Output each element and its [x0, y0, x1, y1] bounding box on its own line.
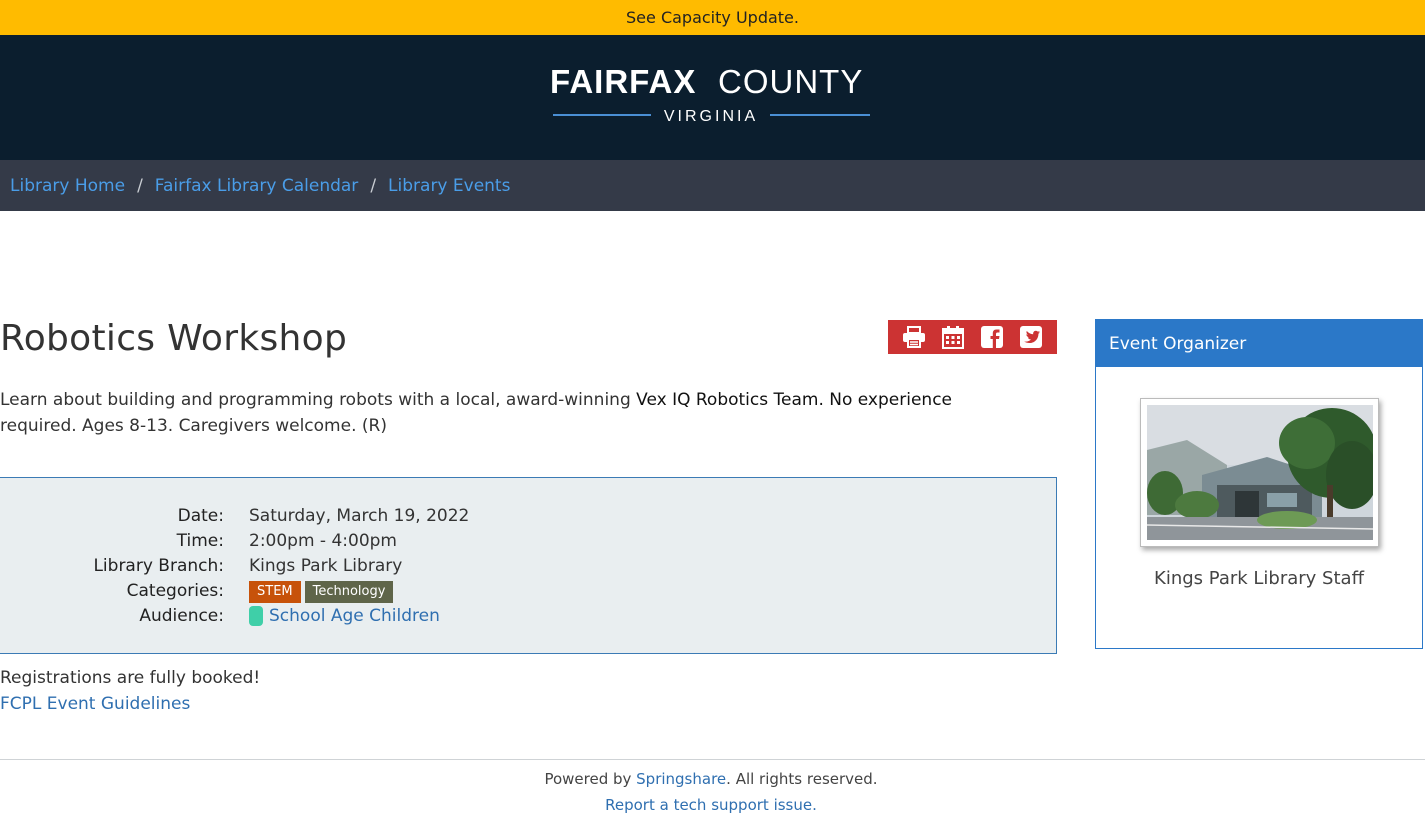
organizer-photo [1140, 398, 1379, 547]
categories-label: Categories: [126, 581, 224, 601]
category-badge-technology[interactable]: Technology [304, 581, 394, 603]
breadcrumb-separator: / [370, 175, 377, 196]
branch-value: Kings Park Library [249, 556, 403, 576]
detail-audience-row: Audience: School Age Children [0, 606, 1000, 631]
footer-divider [0, 759, 1425, 760]
time-value: 2:00pm - 4:00pm [249, 531, 397, 551]
detail-time-row: Time: 2:00pm - 4:00pm [0, 531, 1000, 556]
event-toolbar [888, 320, 1057, 354]
report-issue-link[interactable]: Report a tech support issue. [0, 796, 1422, 814]
audience-color-swatch [249, 606, 263, 626]
organizer-header: Event Organizer [1096, 320, 1422, 367]
event-details-panel: Date: Saturday, March 19, 2022 Time: 2:0… [0, 477, 1057, 654]
breadcrumb: Library Home / Fairfax Library Calendar … [0, 160, 1425, 211]
springshare-link[interactable]: Springshare [636, 770, 726, 788]
twitter-icon[interactable] [1018, 324, 1044, 350]
category-badge-stem[interactable]: STEM [249, 581, 301, 603]
capacity-alert-bar: See Capacity Update. [0, 0, 1425, 35]
event-guidelines-link[interactable]: FCPL Event Guidelines [0, 694, 190, 714]
audience-label: Audience: [139, 606, 224, 626]
breadcrumb-separator: / [137, 175, 143, 196]
categories-value: STEM Technology [249, 581, 397, 603]
audience-value: School Age Children [249, 606, 440, 626]
fairfax-county-logo[interactable]: FAIRFAX COUNTY VIRGINIA [550, 67, 872, 131]
breadcrumb-library-home[interactable]: Library Home [10, 176, 125, 196]
capacity-update-link[interactable]: See Capacity Update. [626, 8, 799, 27]
svg-text:FAIRFAX: FAIRFAX [550, 67, 696, 100]
date-label: Date: [177, 506, 224, 526]
calendar-icon[interactable] [940, 324, 966, 350]
date-value: Saturday, March 19, 2022 [249, 506, 470, 526]
breadcrumb-library-events[interactable]: Library Events [388, 176, 510, 196]
breadcrumb-fairfax-library-calendar[interactable]: Fairfax Library Calendar [155, 176, 359, 196]
audience-link[interactable]: School Age Children [269, 606, 440, 626]
detail-date-row: Date: Saturday, March 19, 2022 [0, 506, 1000, 531]
site-header: FAIRFAX COUNTY VIRGINIA [0, 35, 1425, 160]
event-title: Robotics Workshop [0, 318, 348, 359]
facebook-icon[interactable] [979, 324, 1005, 350]
branch-label: Library Branch: [93, 556, 224, 576]
event-description: Learn about building and programming rob… [0, 390, 952, 436]
detail-categories-row: Categories: STEM Technology [0, 581, 1000, 606]
print-icon[interactable] [901, 324, 927, 350]
event-organizer-panel: Event Organizer Kings Park Library Staff [1095, 319, 1423, 649]
powered-by-text: Powered by Springshare. All rights reser… [544, 770, 878, 788]
organizer-name: Kings Park Library Staff [1154, 568, 1364, 589]
svg-text:COUNTY: COUNTY [718, 67, 863, 100]
time-label: Time: [176, 531, 224, 551]
registration-status: Registrations are fully booked! [0, 668, 261, 688]
svg-text:VIRGINIA: VIRGINIA [664, 108, 758, 125]
detail-branch-row: Library Branch: Kings Park Library [0, 556, 1000, 581]
